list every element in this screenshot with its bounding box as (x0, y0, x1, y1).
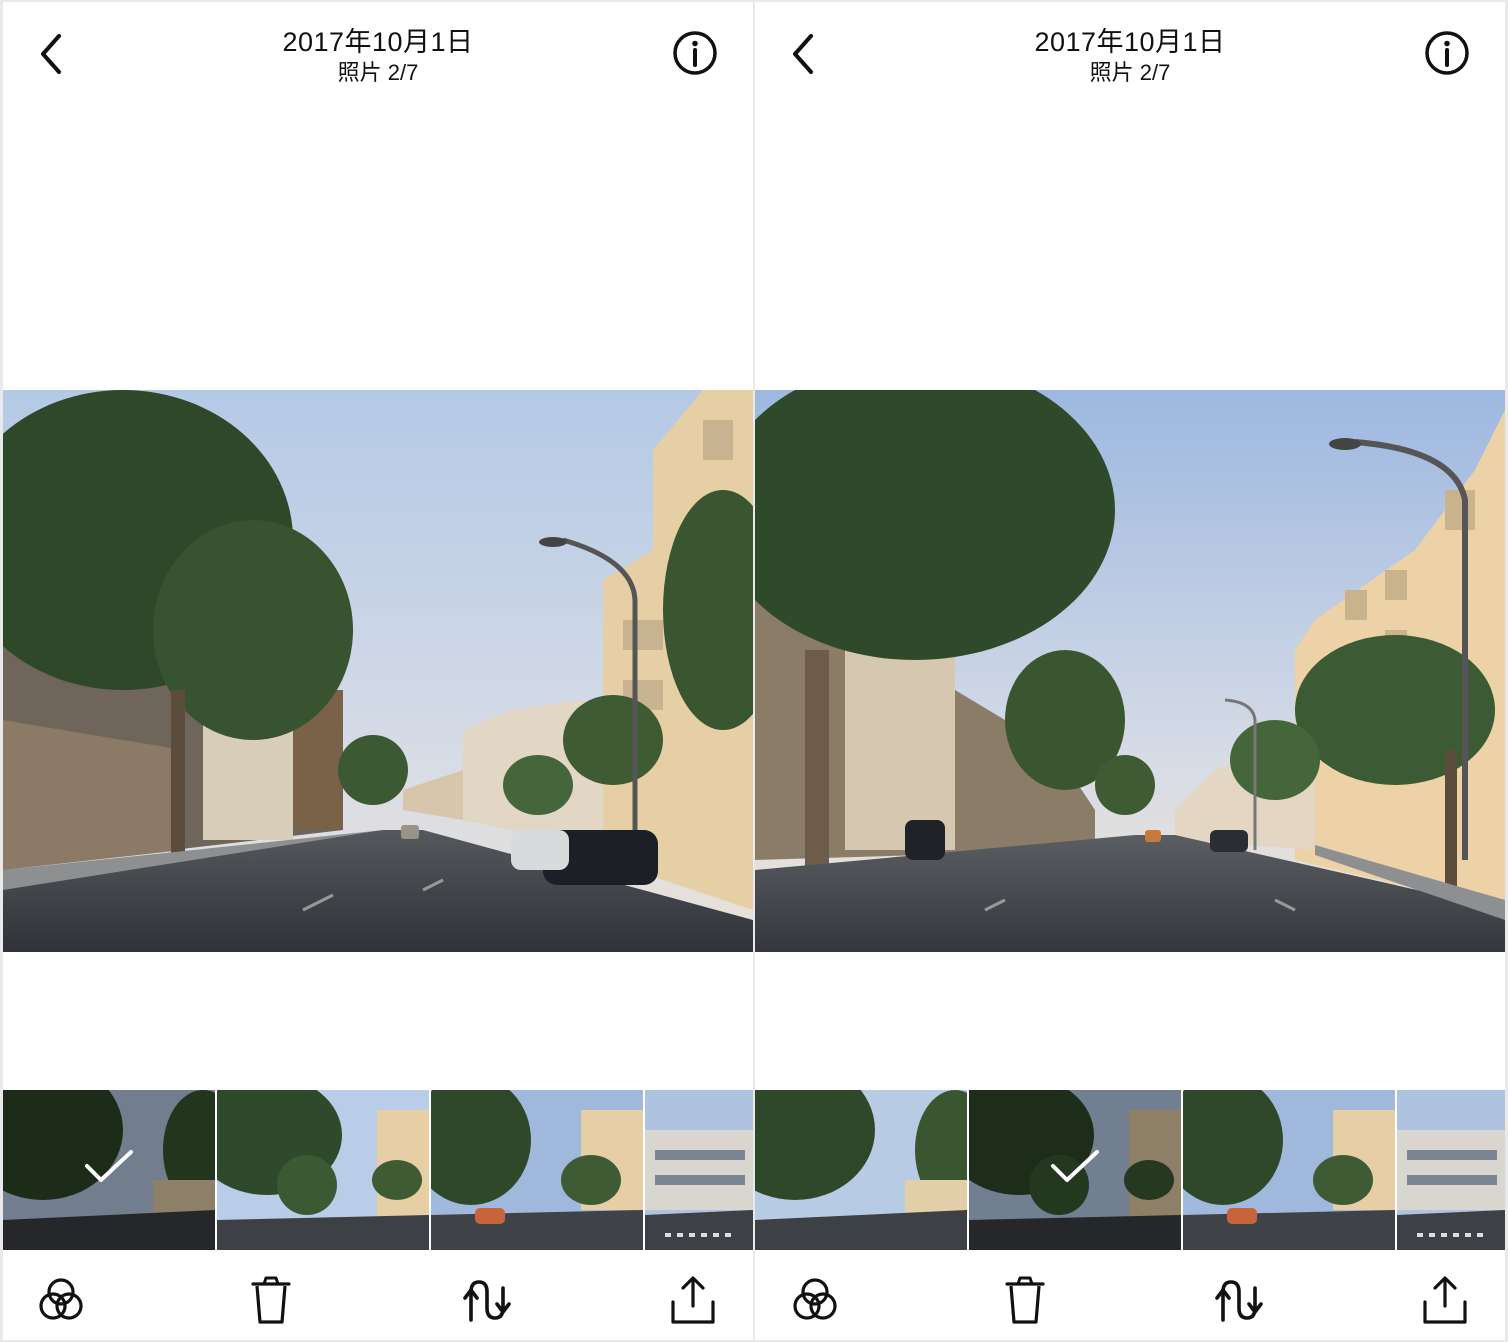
delete-button[interactable] (999, 1274, 1051, 1326)
filmstrip-thumb-2[interactable] (217, 1090, 429, 1250)
thumbnail-image (1183, 1090, 1395, 1250)
share-button[interactable] (667, 1274, 719, 1326)
bottom-toolbar (755, 1260, 1505, 1340)
info-icon[interactable] (1423, 29, 1471, 77)
thumbnail-image (645, 1090, 753, 1250)
photo-viewer-screen-right: 2017年10月1日 照片 2/7 (755, 2, 1505, 1340)
thumbnail-image (755, 1090, 967, 1250)
filmstrip-thumb-1[interactable] (755, 1090, 967, 1250)
filmstrip-thumb-3[interactable] (431, 1090, 643, 1250)
loop-icon (1215, 1280, 1263, 1322)
title-block: 2017年10月1日 照片 2/7 (755, 26, 1505, 88)
filmstrip (3, 1090, 753, 1250)
photo-date-title: 2017年10月1日 (1034, 27, 1226, 57)
photo-viewer-screen-left: 2017年10月1日 照片 2/7 (3, 2, 753, 1340)
info-icon[interactable] (671, 29, 719, 77)
filmstrip-thumb-3[interactable] (1183, 1090, 1395, 1250)
filters-icon (793, 1278, 837, 1320)
photo-date-title: 2017年10月1日 (282, 27, 474, 57)
filters-button[interactable] (35, 1274, 87, 1326)
navigation-bar: 2017年10月1日 照片 2/7 (755, 2, 1505, 102)
trash-icon (251, 1276, 291, 1324)
thumbnail-image (1397, 1090, 1505, 1250)
filmstrip-thumb-1-selected[interactable] (3, 1090, 215, 1250)
filmstrip (755, 1090, 1505, 1250)
share-icon (671, 1276, 715, 1324)
title-block: 2017年10月1日 照片 2/7 (3, 26, 753, 88)
bottom-toolbar (3, 1260, 753, 1340)
share-icon (1423, 1276, 1467, 1324)
loop-button[interactable] (1211, 1274, 1263, 1326)
main-photo[interactable] (3, 390, 753, 952)
trash-icon (1005, 1276, 1045, 1324)
photo-count-subtitle: 照片 2/7 (337, 60, 419, 85)
filters-icon (39, 1278, 83, 1320)
checkmark-icon (1051, 1150, 1099, 1182)
thumbnail-image (217, 1090, 429, 1250)
filters-button[interactable] (789, 1274, 841, 1326)
street-photo-image (755, 390, 1505, 952)
navigation-bar: 2017年10月1日 照片 2/7 (3, 2, 753, 102)
main-photo[interactable] (755, 390, 1505, 952)
delete-button[interactable] (245, 1274, 297, 1326)
checkmark-icon (85, 1150, 133, 1182)
share-button[interactable] (1419, 1274, 1471, 1326)
filmstrip-thumb-4[interactable] (1397, 1090, 1505, 1250)
photo-count-subtitle: 照片 2/7 (1089, 60, 1171, 85)
street-photo-image (3, 390, 753, 952)
filmstrip-thumb-2-selected[interactable] (969, 1090, 1181, 1250)
loop-icon (463, 1280, 511, 1322)
loop-button[interactable] (459, 1274, 511, 1326)
filmstrip-thumb-4[interactable] (645, 1090, 753, 1250)
thumbnail-image (431, 1090, 643, 1250)
